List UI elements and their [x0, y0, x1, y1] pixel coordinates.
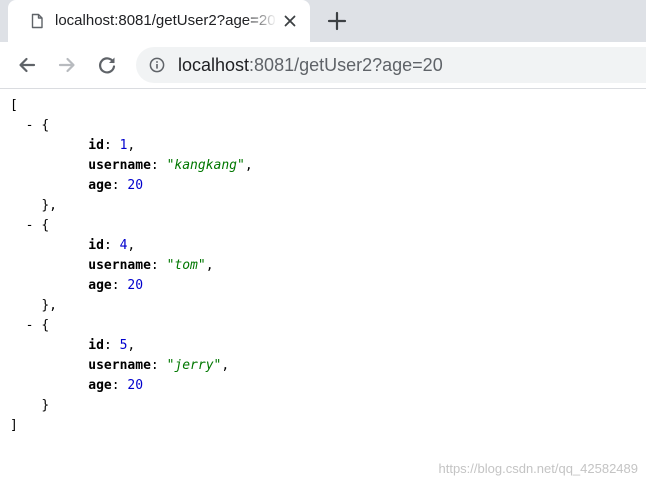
- array-close-bracket: ]: [10, 418, 18, 433]
- json-key: username: [88, 158, 151, 173]
- page-icon: [31, 13, 43, 29]
- array-open-bracket: [: [10, 98, 18, 113]
- json-object-close: },: [41, 198, 57, 213]
- url-text[interactable]: localhost:8081/getUser2?age=20: [178, 54, 443, 76]
- json-key: age: [88, 378, 112, 393]
- json-object-open: - {: [10, 316, 253, 336]
- json-field-age: age: 20: [88, 378, 144, 393]
- json-field-age: age: 20: [88, 278, 144, 293]
- object-open-brace: {: [41, 218, 50, 233]
- json-field-age: age: 20: [88, 178, 144, 193]
- json-array-close: ]: [10, 416, 253, 436]
- json-key: age: [88, 278, 112, 293]
- json-field-id: id: 4,: [88, 238, 136, 253]
- json-key: id: [88, 138, 104, 153]
- object-close-brace: }: [41, 198, 50, 213]
- object-open-brace: {: [41, 318, 50, 333]
- json-object-close: }: [10, 396, 253, 416]
- back-arrow-icon[interactable]: [15, 53, 39, 77]
- object-close-brace: }: [41, 398, 50, 413]
- object-open-brace: {: [41, 118, 50, 133]
- json-object-close: },: [41, 298, 57, 313]
- plus-icon[interactable]: [325, 9, 349, 33]
- collapse-toggle[interactable]: -: [26, 218, 34, 233]
- username-text: tom: [174, 258, 198, 273]
- json-field-id: id: 1,: [88, 138, 136, 153]
- json-field-id: id: 5,: [88, 338, 136, 353]
- json-key: id: [88, 238, 104, 253]
- username-text: kangkang: [174, 158, 238, 173]
- info-icon[interactable]: [149, 57, 165, 73]
- json-key: age: [88, 178, 112, 193]
- json-key: username: [88, 358, 151, 373]
- url-host: localhost: [178, 55, 250, 75]
- json-key: username: [88, 258, 151, 273]
- username-text: jerry: [174, 358, 214, 373]
- collapse-toggle[interactable]: -: [26, 118, 34, 133]
- forward-arrow-icon[interactable]: [55, 53, 79, 77]
- json-value-id: 4: [119, 238, 128, 253]
- reload-icon[interactable]: [95, 53, 119, 77]
- json-object-open: - {: [10, 216, 253, 236]
- object-close-brace: }: [41, 298, 50, 313]
- url-path: :8081/getUser2?age=20: [249, 55, 443, 75]
- json-value-username: "tom": [166, 258, 206, 273]
- json-value-username: "jerry": [166, 358, 222, 373]
- address-bar[interactable]: localhost:8081/getUser2?age=20: [136, 47, 646, 83]
- json-field-username: username: "tom",: [88, 258, 214, 273]
- json-object-open: - {: [10, 116, 253, 136]
- json-viewer: [ - { id: 1, username: "kangkang", age: …: [10, 96, 253, 436]
- watermark: https://blog.csdn.net/qq_42582489: [438, 461, 639, 476]
- json-value-age: 20: [127, 178, 144, 193]
- json-value-age: 20: [127, 378, 144, 393]
- json-key: id: [88, 338, 104, 353]
- tab-title: localhost:8081/getUser2?age=20: [55, 12, 276, 29]
- json-field-username: username: "kangkang",: [88, 158, 253, 173]
- json-value-age: 20: [127, 278, 144, 293]
- page-content: [ - { id: 1, username: "kangkang", age: …: [0, 89, 646, 486]
- json-value-id: 1: [119, 138, 128, 153]
- json-field-username: username: "jerry",: [88, 358, 230, 373]
- browser-toolbar: localhost:8081/getUser2?age=20: [0, 42, 646, 89]
- active-tab[interactable]: localhost:8081/getUser2?age=20: [8, 0, 310, 42]
- collapse-toggle[interactable]: -: [26, 318, 34, 333]
- json-value-username: "kangkang": [166, 158, 245, 173]
- json-array-open: [: [10, 96, 253, 116]
- json-value-id: 5: [119, 338, 128, 353]
- close-icon[interactable]: [281, 12, 299, 30]
- tab-strip: localhost:8081/getUser2?age=20: [0, 0, 646, 42]
